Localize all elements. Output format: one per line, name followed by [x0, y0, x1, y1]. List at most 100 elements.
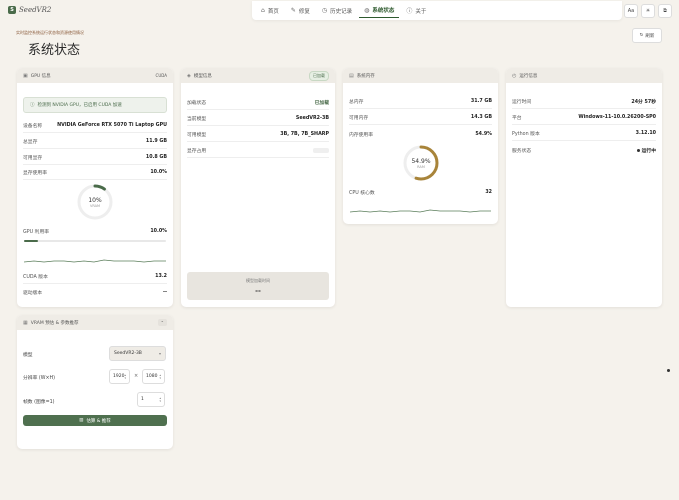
app-logo[interactable]: S SeedVR2 [8, 6, 51, 14]
status-dot-icon [636, 148, 640, 152]
top-bar: S SeedVR2 ⌂ 首页 ✎ 修复 ◷ 历史记录 ◍ 系统状态 ⓘ 关于 Aa ☀ ⧉ [0, 0, 679, 22]
nav-label: 系统状态 [372, 8, 395, 14]
refresh-button[interactable]: ↻ 刷新 [632, 28, 662, 43]
row-key: CPU 核心数 [349, 190, 375, 196]
vram-header-title: VRAM 预估 & 参数推荐 [30, 320, 79, 326]
row-key: 显存占用 [187, 149, 207, 154]
frames-stepper[interactable]: ▴ ▾ [159, 396, 161, 403]
collapse-button[interactable]: ⌃ [157, 319, 167, 326]
main-nav: ⌂ 首页 ✎ 修复 ◷ 历史记录 ◍ 系统状态 ⓘ 关于 [252, 1, 622, 20]
height-stepper[interactable]: ▴ ▾ [159, 373, 161, 380]
theme-toggle-button[interactable]: ☀ [641, 4, 655, 18]
copy-button[interactable]: ⧉ [658, 4, 672, 18]
ram-gauge-value: 54.9% [411, 157, 431, 165]
model-field-label: 模型 [23, 353, 33, 358]
mem-row-available: 可用内存 14.3 GB [349, 111, 492, 125]
row-value: SeedVR2-3B [295, 116, 329, 121]
width-stepper[interactable]: ▴ ▾ [124, 373, 126, 380]
vram-card-header: ▦ VRAM 预估 & 参数推荐 ⌃ [17, 315, 173, 330]
nav-history[interactable]: ◷ 历史记录 [317, 4, 357, 18]
rt-row-uptime: 运行时间 24分 57秒 [512, 95, 656, 109]
nav-label: 关于 [415, 8, 427, 15]
model-row-available: 可用模型 3B, 7B, 7B_SHARP [187, 128, 329, 142]
service-status: 运行中 [636, 147, 656, 154]
row-key: CUDA 版本 [23, 275, 48, 280]
row-value: 13.2 [155, 274, 167, 279]
gpu-header-title: GPU 信息 [30, 73, 51, 79]
rt-row-platform: 平台 Windows-11-10.0.26200-SP0 [512, 111, 656, 125]
gpu-sparkline [24, 259, 166, 263]
model-row-vram: 显存占用 [187, 144, 329, 158]
model-loaded-badge: 已加载 [309, 70, 329, 81]
load-time-value: -- [255, 286, 261, 295]
memory-sparkline [350, 209, 491, 213]
row-key: 加载状态 [187, 101, 207, 106]
memory-card-header: ▤ 系统内存 [343, 68, 498, 83]
width-value: 1920 [113, 374, 125, 379]
service-status-text: 运行中 [641, 148, 656, 154]
gpu-row-util: GPU 利用率 10.0% [23, 224, 167, 238]
row-value: 10.0% [150, 228, 167, 234]
calculator-icon: ▥ [79, 418, 84, 423]
row-key: 运行时间 [512, 100, 532, 105]
row-value: 3B, 7B, 7B_SHARP [280, 132, 329, 137]
nav-label: 首页 [267, 8, 279, 15]
font-size-button[interactable]: Aa [624, 4, 638, 18]
model-row-status: 加载状态 已加载 [187, 96, 329, 110]
gpu-row-device: 设备名称 NVIDIA GeForce RTX 5070 Ti Laptop GP… [23, 119, 167, 133]
row-value: 3.12.10 [635, 131, 656, 136]
chip-icon: ▦ [23, 319, 28, 326]
runtime-card-header: ◴ 运行信息 [506, 68, 662, 83]
gpu-util-bar [24, 240, 166, 242]
row-value: 24分 57秒 [631, 100, 656, 105]
nav-home[interactable]: ⌂ 首页 [256, 4, 284, 18]
model-select-value: SeedVR2-3B [114, 351, 142, 356]
home-icon: ⌂ [261, 7, 265, 14]
app-name: SeedVR2 [19, 6, 52, 14]
row-value: 31.7 GB [470, 99, 492, 104]
vram-gauge-label: VRAM [89, 203, 101, 208]
page-subtitle: 实时监控系统运行状态和资源使用情况 [16, 30, 84, 35]
gpu-row-total-vram: 总显存 11.9 GB [23, 135, 167, 149]
estimate-button[interactable]: ▥ 估算 & 推荐 [23, 415, 167, 426]
gpu-row-vram-usage: 显存使用率 10.0% [23, 166, 167, 180]
page-title: 系统状态 [28, 43, 81, 58]
rt-row-service: 服务状态 运行中 [512, 143, 656, 157]
memory-icon: ▤ [349, 72, 354, 79]
chevron-down-icon: ▾ [158, 351, 161, 356]
resolution-field-label: 分辨率 (W×H) [23, 376, 56, 381]
row-key: 服务状态 [512, 148, 532, 154]
top-right-tools: Aa ☀ ⧉ [624, 4, 672, 18]
nav-system-status[interactable]: ◍ 系统状态 [359, 3, 400, 18]
row-value: 10.0% [150, 170, 167, 175]
info-icon: ⓘ [30, 103, 35, 108]
model-card-header: ◈ 模型信息 已加载 [181, 68, 335, 83]
row-key: 可用模型 [187, 133, 207, 138]
runtime-header-title: 运行信息 [519, 73, 538, 79]
row-key: 可用显存 [23, 156, 43, 161]
logo-badge: S [8, 6, 16, 14]
height-input[interactable]: 1080 ▴ ▾ [142, 369, 165, 384]
gpu-icon: ▣ [23, 72, 28, 79]
frames-value: 1 [141, 397, 144, 402]
nav-about[interactable]: ⓘ 关于 [401, 3, 431, 18]
gpu-row-driver: 驱动版本 -- [23, 285, 167, 299]
frames-input[interactable]: 1 ▴ ▾ [137, 392, 165, 407]
row-key: 显存使用率 [23, 171, 47, 176]
row-value: Windows-11-10.0.26200-SP0 [578, 115, 656, 120]
floating-dot [667, 369, 670, 372]
gpu-row-free-vram: 可用显存 10.8 GB [23, 151, 167, 165]
model-header-title: 模型信息 [193, 73, 212, 79]
cuda-notice: ⓘ 检测到 NVIDIA GPU，已启用 CUDA 加速 [23, 97, 167, 113]
nav-repair[interactable]: ✎ 修复 [286, 4, 315, 18]
row-value: 14.3 GB [470, 115, 492, 120]
row-key: 驱动版本 [23, 290, 43, 296]
gpu-card: ▣ GPU 信息 CUDA ⓘ 检测到 NVIDIA GPU，已启用 CUDA 加… [17, 68, 173, 307]
rt-row-python: Python 版本 3.12.10 [512, 127, 656, 141]
row-key: GPU 利用率 [23, 229, 50, 235]
vram-placeholder [313, 148, 329, 153]
model-card: ◈ 模型信息 已加载 加载状态 已加载 当前模型 SeedVR2-3B 可用模型 3B,… [181, 68, 335, 307]
model-select[interactable]: SeedVR2-3B ▾ [109, 346, 166, 361]
cuda-badge: CUDA [155, 73, 167, 78]
width-input[interactable]: 1920 ▴ ▾ [109, 369, 130, 384]
